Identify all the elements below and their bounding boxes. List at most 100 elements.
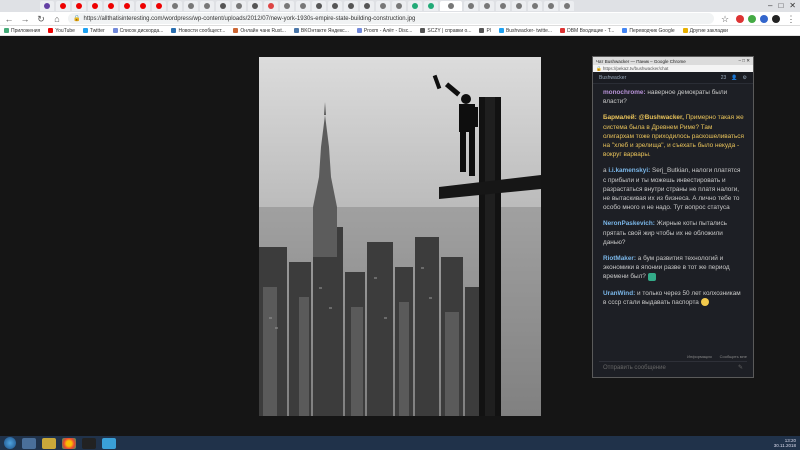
browser-tab[interactable]	[392, 1, 406, 11]
send-icon[interactable]: ✎	[738, 364, 743, 371]
explorer-icon[interactable]	[22, 437, 36, 449]
reload-button[interactable]: ↻	[36, 12, 46, 26]
bookmark-item[interactable]: Pl	[479, 28, 491, 34]
browser-tab[interactable]	[528, 1, 542, 11]
extensions	[736, 14, 780, 23]
bookmark-item[interactable]: YouTube	[48, 28, 75, 34]
bookmarks-bar: Приложения YouTube Twitter Список дискор…	[0, 26, 800, 36]
browser-tab[interactable]	[248, 1, 262, 11]
taskbar: 13:20 30.11.2018	[0, 436, 800, 450]
browser-tab[interactable]	[544, 1, 558, 11]
message-author[interactable]: monochrome:	[603, 89, 646, 96]
bookmark-item[interactable]: DBM Входящие - Т...	[560, 28, 614, 34]
twitch-icon	[44, 3, 50, 9]
page-icon	[420, 28, 426, 33]
obs-icon[interactable]	[82, 437, 96, 449]
browser-tab[interactable]	[200, 1, 214, 11]
browser-tab[interactable]	[464, 1, 478, 11]
browser-tab[interactable]	[408, 1, 422, 11]
users-icon[interactable]: 👤	[731, 75, 737, 81]
bookmark-item[interactable]: Новости сообщест...	[171, 28, 225, 34]
browser-tab[interactable]	[184, 1, 198, 11]
github-icon	[220, 3, 226, 9]
page-icon	[188, 3, 194, 9]
bookmark-item[interactable]: Proxm - Алёт - Disc...	[356, 28, 412, 34]
browser-tab[interactable]	[264, 1, 278, 11]
app-icon[interactable]	[102, 437, 116, 449]
bookmark-item[interactable]: Twitter	[82, 28, 105, 34]
bookmark-item[interactable]: Список дискорда...	[112, 28, 163, 34]
browser-tab[interactable]	[280, 1, 294, 11]
menu-icon[interactable]: ⋮	[786, 12, 796, 26]
address-bar[interactable]: 🔒 https://allthatisinteresting.com/wordp…	[68, 13, 714, 24]
maximize-button[interactable]: □	[778, 0, 783, 12]
folder-icon[interactable]	[42, 437, 56, 449]
bookmark-item[interactable]: Переводчик Google	[622, 28, 675, 34]
system-tray[interactable]: 13:20 30.11.2018	[774, 436, 796, 450]
chat-url-bar[interactable]: 🔒 https://peka2.tv/bushwacker/chat	[593, 65, 753, 72]
browser-tab[interactable]	[312, 1, 326, 11]
browser-tab[interactable]	[120, 1, 134, 11]
youtube-icon	[108, 3, 114, 9]
message-author[interactable]: RiotMaker:	[603, 255, 636, 262]
page-icon	[428, 3, 434, 9]
browser-tab[interactable]	[328, 1, 342, 11]
message-author[interactable]: NeronPaskevich:	[603, 220, 655, 227]
browser-tab[interactable]	[136, 1, 150, 11]
browser-tab[interactable]	[512, 1, 526, 11]
browser-tab[interactable]	[104, 1, 118, 11]
browser-tab[interactable]	[216, 1, 230, 11]
profile-avatar[interactable]	[772, 14, 780, 23]
bookmark-item[interactable]: BKOнтакте Яндекс...	[293, 28, 349, 34]
bookmark-item[interactable]: SCZY | справки о...	[420, 28, 471, 34]
browser-tab[interactable]	[480, 1, 494, 11]
forward-button[interactable]: →	[20, 12, 30, 26]
browser-tab[interactable]	[296, 1, 310, 11]
extension-icon[interactable]	[760, 14, 768, 23]
chrome-icon[interactable]	[62, 437, 76, 449]
message-mention: @Bushwacker,	[638, 114, 684, 122]
settings-icon[interactable]: ⚙	[743, 75, 747, 81]
browser-tab[interactable]	[424, 1, 438, 11]
browser-tab[interactable]	[344, 1, 358, 11]
browser-tab[interactable]	[40, 1, 54, 11]
start-button[interactable]	[4, 437, 16, 449]
chat-channel-name[interactable]: Bushwacker	[599, 75, 626, 81]
browser-tab[interactable]	[72, 1, 86, 11]
browser-tab-active[interactable]	[440, 1, 462, 11]
extension-icon[interactable]	[748, 14, 756, 23]
bookmark-item[interactable]: Bushwacker- twitte...	[498, 28, 552, 34]
chat-input[interactable]: Отправить сообщение ✎	[599, 361, 747, 373]
browser-tab[interactable]	[152, 1, 166, 11]
browser-tab[interactable]	[88, 1, 102, 11]
page-icon	[268, 3, 274, 9]
bookmark-item[interactable]: Онлайн чанк Rust...	[233, 28, 286, 34]
info-link[interactable]: Информация	[687, 354, 712, 359]
browser-tab[interactable]	[168, 1, 182, 11]
browser-tab[interactable]	[496, 1, 510, 11]
browser-tab[interactable]	[560, 1, 574, 11]
photo-svg	[259, 57, 541, 416]
page-icon	[564, 3, 570, 9]
browser-tab[interactable]	[232, 1, 246, 11]
back-button[interactable]: ←	[4, 12, 14, 26]
bookmark-item[interactable]: Другие закладки	[682, 28, 728, 34]
message-author[interactable]: Бармалей:	[603, 114, 637, 121]
minimize-button[interactable]: –	[768, 0, 772, 12]
extension-icon[interactable]	[736, 14, 744, 23]
browser-tab[interactable]	[376, 1, 390, 11]
bookmark-star-icon[interactable]: ☆	[720, 12, 730, 26]
page-icon	[484, 3, 490, 9]
page-icon	[300, 3, 306, 9]
chat-window-controls[interactable]: – □ ✕	[739, 58, 751, 64]
close-button[interactable]: ✕	[789, 0, 796, 12]
bookmark-item[interactable]: Приложения	[4, 28, 40, 34]
notify-link[interactable]: Сообщить мне	[720, 354, 747, 359]
message-author[interactable]: i.i.kamenskyi:	[608, 167, 650, 174]
message-author[interactable]: UranWind:	[603, 290, 635, 297]
home-button[interactable]: ⌂	[52, 12, 62, 26]
page-icon	[548, 3, 554, 9]
browser-tab[interactable]	[360, 1, 374, 11]
browser-tab[interactable]	[56, 1, 70, 11]
chat-message: monochrome: наверное демократы были влас…	[603, 88, 745, 106]
